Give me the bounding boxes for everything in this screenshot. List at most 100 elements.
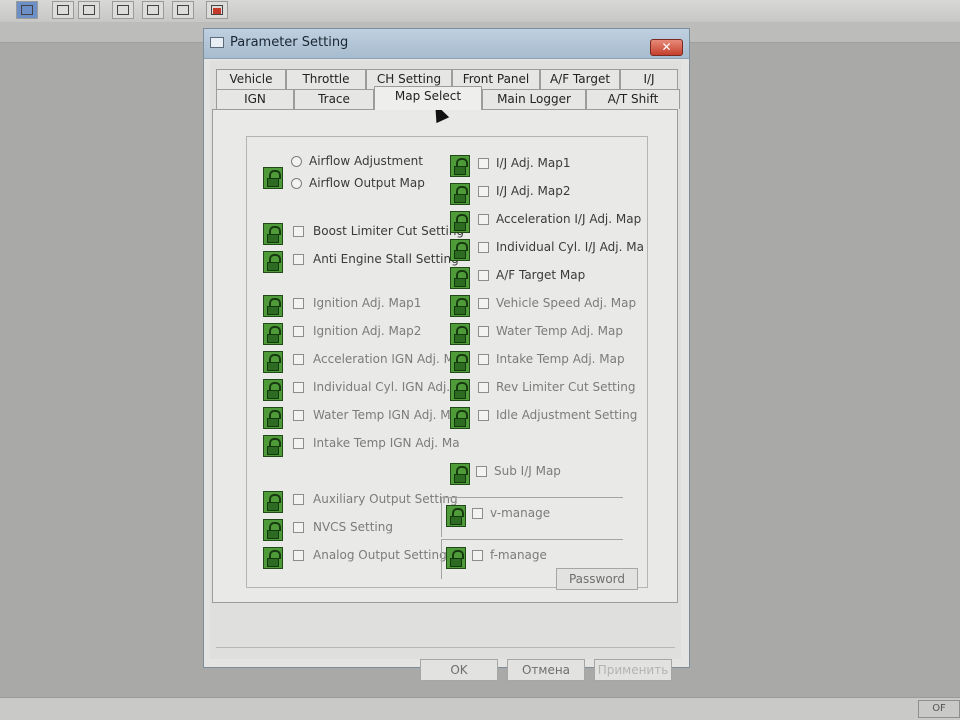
intake-temp-ign-label: Intake Temp IGN Adj. Ma (313, 436, 460, 450)
graph-icon[interactable] (78, 1, 100, 19)
ij-adj-map1-checkbox[interactable] (478, 158, 489, 169)
airflow-output-map-radio[interactable] (291, 178, 302, 189)
v-manage-checkbox[interactable] (472, 508, 483, 519)
lock-icon[interactable] (450, 211, 470, 233)
vehicle-speed-adj-checkbox[interactable] (478, 298, 489, 309)
tab-throttle[interactable]: Throttle (286, 69, 366, 89)
airflow-output-map-label: Airflow Output Map (309, 176, 425, 190)
dialog-client: Vehicle Throttle CH Setting Front Panel … (210, 61, 682, 681)
status-bar: OF (0, 697, 960, 720)
lock-icon[interactable] (450, 155, 470, 177)
lock-icon[interactable] (263, 251, 283, 273)
vehicle-speed-adj-label: Vehicle Speed Adj. Map (496, 296, 637, 310)
map-select-panel: Airflow Adjustment Airflow Output Map Bo… (212, 109, 678, 603)
lock-icon[interactable] (263, 519, 283, 541)
tab-ij[interactable]: I/J (620, 69, 678, 89)
map-grid-icon[interactable] (52, 1, 74, 19)
analog-output-label: Analog Output Setting (313, 548, 447, 562)
af-target-map-label: A/F Target Map (496, 268, 586, 282)
lock-icon[interactable] (450, 463, 470, 485)
auxiliary-output-checkbox[interactable] (293, 494, 304, 505)
window-icon (210, 37, 224, 48)
lock-icon[interactable] (446, 505, 466, 527)
password-button[interactable]: Password (556, 568, 638, 590)
intake-temp-ign-checkbox[interactable] (293, 438, 304, 449)
nvcs-setting-label: NVCS Setting (313, 520, 393, 534)
anti-engine-stall-label: Anti Engine Stall Setting (313, 252, 459, 266)
ignition-adj-map1-label: Ignition Adj. Map1 (313, 296, 422, 310)
map-select-group: Airflow Adjustment Airflow Output Map Bo… (246, 136, 648, 588)
ok-button[interactable]: OK (420, 659, 498, 681)
anti-engine-stall-checkbox[interactable] (293, 254, 304, 265)
tab-ign[interactable]: IGN (216, 89, 294, 109)
water-temp-adj-label: Water Temp Adj. Map (496, 324, 623, 338)
network-icon[interactable] (206, 1, 228, 19)
lock-icon[interactable] (263, 323, 283, 345)
ignition-adj-map2-checkbox[interactable] (293, 326, 304, 337)
tab-af-target[interactable]: A/F Target (540, 69, 620, 89)
lock-icon[interactable] (450, 323, 470, 345)
cancel-button[interactable]: Отмена (507, 659, 585, 681)
lock-icon[interactable] (263, 435, 283, 457)
intake-temp-adj-checkbox[interactable] (478, 354, 489, 365)
rev-limiter-checkbox[interactable] (478, 382, 489, 393)
lock-icon[interactable] (263, 379, 283, 401)
lock-icon[interactable] (450, 183, 470, 205)
f-manage-checkbox[interactable] (472, 550, 483, 561)
individual-cyl-ij-checkbox[interactable] (478, 242, 489, 253)
airflow-adjustment-radio[interactable] (291, 156, 302, 167)
lock-icon[interactable] (263, 167, 283, 189)
printer-icon-3[interactable] (172, 1, 194, 19)
individual-cyl-ign-checkbox[interactable] (293, 382, 304, 393)
acceleration-ign-checkbox[interactable] (293, 354, 304, 365)
idle-adjustment-checkbox[interactable] (478, 410, 489, 421)
close-button[interactable]: ✕ (650, 39, 683, 56)
dialog-titlebar[interactable]: Parameter Setting ✕ (204, 29, 689, 59)
ignition-adj-map1-checkbox[interactable] (293, 298, 304, 309)
analog-output-checkbox[interactable] (293, 550, 304, 561)
lock-icon[interactable] (263, 491, 283, 513)
lock-icon[interactable] (263, 547, 283, 569)
tab-main-logger[interactable]: Main Logger (482, 89, 586, 109)
lock-icon[interactable] (263, 295, 283, 317)
app-toolbar (0, 0, 960, 23)
water-temp-adj-checkbox[interactable] (478, 326, 489, 337)
tab-trace[interactable]: Trace (294, 89, 374, 109)
lock-icon[interactable] (450, 295, 470, 317)
lock-icon[interactable] (446, 547, 466, 569)
lock-icon[interactable] (450, 239, 470, 261)
idle-adjustment-label: Idle Adjustment Setting (496, 408, 638, 422)
auxiliary-output-label: Auxiliary Output Setting (313, 492, 458, 506)
individual-cyl-ign-label: Individual Cyl. IGN Adj. M (313, 380, 465, 394)
af-target-map-checkbox[interactable] (478, 270, 489, 281)
ij-adj-map2-label: I/J Adj. Map2 (496, 184, 571, 198)
printer-icon[interactable] (112, 1, 134, 19)
boost-limiter-label: Boost Limiter Cut Setting (313, 224, 465, 238)
lock-icon[interactable] (450, 267, 470, 289)
printer-icon-2[interactable] (142, 1, 164, 19)
sub-ij-map-checkbox[interactable] (476, 466, 487, 477)
lock-icon[interactable] (450, 379, 470, 401)
tab-at-shift[interactable]: A/T Shift (586, 89, 680, 109)
nvcs-setting-checkbox[interactable] (293, 522, 304, 533)
apply-button[interactable]: Применить (594, 659, 672, 681)
tab-row-2: IGN Trace Map Select Main Logger A/T Shi… (212, 86, 682, 110)
lock-icon[interactable] (450, 351, 470, 373)
lock-icon[interactable] (450, 407, 470, 429)
dialog-title: Parameter Setting (230, 35, 349, 50)
lock-icon[interactable] (263, 407, 283, 429)
lock-icon[interactable] (263, 223, 283, 245)
intake-temp-adj-label: Intake Temp Adj. Map (496, 352, 625, 366)
tab-map-select[interactable]: Map Select (374, 86, 482, 110)
boost-limiter-checkbox[interactable] (293, 226, 304, 237)
tab-vehicle[interactable]: Vehicle (216, 69, 286, 89)
individual-cyl-ij-label: Individual Cyl. I/J Adj. Ma (496, 240, 644, 254)
ij-adj-map2-checkbox[interactable] (478, 186, 489, 197)
status-cell: OF (918, 700, 960, 718)
airflow-adjustment-label: Airflow Adjustment (309, 154, 423, 168)
acceleration-ij-checkbox[interactable] (478, 214, 489, 225)
button-separator (216, 647, 675, 648)
car-icon[interactable] (16, 1, 38, 19)
water-temp-ign-checkbox[interactable] (293, 410, 304, 421)
lock-icon[interactable] (263, 351, 283, 373)
